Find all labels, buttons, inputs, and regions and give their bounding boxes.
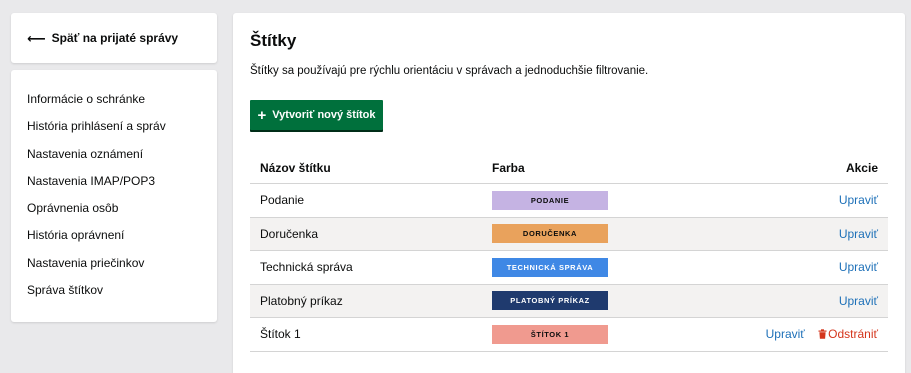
sidebar-item-permission-history[interactable]: História oprávnení xyxy=(27,228,166,255)
table-header: Názov štítku Farba Akcie xyxy=(250,153,888,184)
table-row: Technická správa TECHNICKÁ SPRÁVA Upravi… xyxy=(250,251,888,285)
tag-badge: PODANIE xyxy=(492,190,608,210)
settings-menu: Informácie o schránke História prihlásen… xyxy=(27,92,166,310)
sidebar-item-mailbox-info[interactable]: Informácie o schránke xyxy=(27,92,166,119)
sidebar-item-login-history[interactable]: História prihlásení a správ xyxy=(27,119,166,146)
header-actions: Akcie xyxy=(845,161,878,175)
page-title: Štítky xyxy=(250,31,297,50)
sidebar-item-tags[interactable]: Správa štítkov xyxy=(27,283,166,310)
tag-badge: PLATOBNÝ PRÍKAZ xyxy=(492,291,608,311)
edit-link[interactable]: Upraviť xyxy=(839,227,878,241)
tag-name: Doručenka xyxy=(260,226,319,241)
sidebar-item-permissions[interactable]: Oprávnenia osôb xyxy=(27,201,166,228)
table-row: Platobný príkaz PLATOBNÝ PRÍKAZ Upraviť xyxy=(250,284,888,318)
back-to-inbox-link[interactable]: ⟵ Späť na prijaté správy xyxy=(27,31,178,45)
tag-name: Štítok 1 xyxy=(260,327,301,342)
settings-sidebar: Informácie o schránke História prihlásen… xyxy=(11,70,217,322)
page-description: Štítky sa používajú pre rýchlu orientáci… xyxy=(250,65,649,77)
create-tag-label: Vytvoriť nový štítok xyxy=(272,109,376,121)
back-link-label: Späť na prijaté správy xyxy=(51,31,179,45)
edit-link[interactable]: Upraviť xyxy=(839,294,878,308)
plus-icon: + xyxy=(257,106,267,124)
edit-link[interactable]: Upraviť xyxy=(839,260,878,274)
tag-badge: ŠTÍTOK 1 xyxy=(492,324,608,344)
tag-name: Podanie xyxy=(260,193,305,208)
table-row: Doručenka DORUČENKA Upraviť xyxy=(250,217,888,251)
header-color: Farba xyxy=(492,161,525,175)
sidebar-item-folders[interactable]: Nastavenia priečinkov xyxy=(27,256,166,283)
tag-name: Technická správa xyxy=(260,260,353,275)
tags-table: Názov štítku Farba Akcie Podanie PODANIE… xyxy=(250,153,888,352)
edit-link[interactable]: Upraviť xyxy=(766,327,805,341)
table-row: Štítok 1 ŠTÍTOK 1 Upraviť Odstrániť xyxy=(250,318,888,352)
sidebar-item-imap-pop3[interactable]: Nastavenia IMAP/POP3 xyxy=(27,174,166,201)
arrow-left-icon: ⟵ xyxy=(27,30,46,46)
header-name: Názov štítku xyxy=(260,161,331,175)
delete-link[interactable]: Odstrániť xyxy=(818,327,878,341)
create-tag-button[interactable]: + Vytvoriť nový štítok xyxy=(250,100,383,130)
edit-link[interactable]: Upraviť xyxy=(839,193,878,207)
tag-badge: TECHNICKÁ SPRÁVA xyxy=(492,257,608,277)
tag-badge: DORUČENKA xyxy=(492,224,608,244)
trash-icon xyxy=(818,329,827,339)
sidebar-item-notifications[interactable]: Nastavenia oznámení xyxy=(27,147,166,174)
table-row: Podanie PODANIE Upraviť xyxy=(250,184,888,218)
delete-label: Odstrániť xyxy=(828,327,878,342)
main-panel: Štítky Štítky sa používajú pre rýchlu or… xyxy=(233,13,905,373)
tag-name: Platobný príkaz xyxy=(260,293,343,308)
back-panel: ⟵ Späť na prijaté správy xyxy=(11,13,217,63)
